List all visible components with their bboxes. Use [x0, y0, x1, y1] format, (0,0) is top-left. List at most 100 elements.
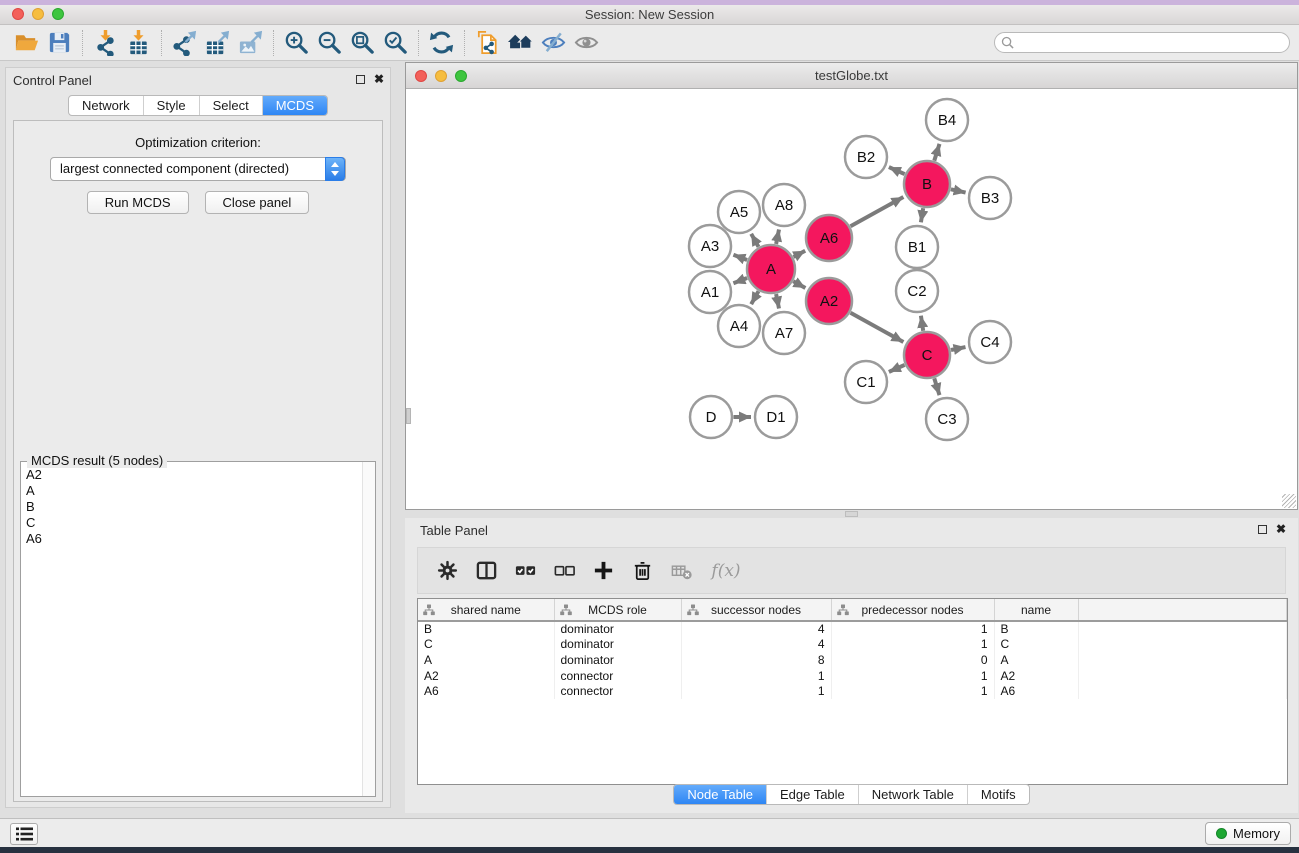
table-cell[interactable]: dominator	[554, 652, 681, 668]
edge-A-A6[interactable]	[794, 251, 806, 257]
select-all-columns-icon[interactable]	[510, 556, 540, 586]
edge-B-B4[interactable]	[934, 144, 939, 161]
edge-B-B2[interactable]	[889, 167, 905, 174]
result-scrollbar[interactable]	[362, 462, 375, 796]
zoom-fit-icon[interactable]	[346, 28, 379, 58]
close-panel-icon[interactable]: ✖	[374, 73, 384, 85]
edge-A-A3[interactable]	[733, 255, 747, 260]
column-settings-icon[interactable]	[432, 556, 462, 586]
edge-A-A5[interactable]	[751, 234, 758, 247]
node-C2[interactable]: C2	[896, 270, 938, 312]
table-cell[interactable]: 0	[831, 652, 994, 668]
edge-C-C3[interactable]	[934, 378, 939, 395]
table-cell[interactable]: A2	[994, 668, 1078, 684]
edge-A-A7[interactable]	[776, 294, 779, 309]
column-header-shared-name[interactable]: shared name	[418, 599, 554, 621]
tab-network[interactable]: Network	[69, 96, 143, 115]
save-session-icon[interactable]	[43, 28, 76, 58]
table-row[interactable]: Adominator80A	[418, 652, 1287, 668]
memory-button[interactable]: Memory	[1205, 822, 1291, 845]
node-A5[interactable]: A5	[718, 191, 760, 233]
node-A6[interactable]: A6	[806, 215, 852, 261]
node-B1[interactable]: B1	[896, 226, 938, 268]
table-cell[interactable]: 1	[681, 683, 831, 699]
table-cell[interactable]: C	[418, 637, 554, 653]
table-cell[interactable]: A	[994, 652, 1078, 668]
close-table-panel-icon[interactable]: ✖	[1276, 523, 1286, 535]
table-cell[interactable]: 1	[831, 668, 994, 684]
import-network-icon[interactable]	[89, 28, 122, 58]
table-cell[interactable]: A6	[994, 683, 1078, 699]
maximize-window-icon[interactable]	[52, 8, 64, 20]
table-cell[interactable]: A6	[418, 683, 554, 699]
hide-selected-icon[interactable]	[537, 28, 570, 58]
table-cell[interactable]: C	[994, 637, 1078, 653]
close-panel-button[interactable]: Close panel	[205, 191, 310, 214]
node-A4[interactable]: A4	[718, 305, 760, 347]
export-table-icon[interactable]	[201, 28, 234, 58]
edge-B-B1[interactable]	[921, 208, 923, 222]
table-cell[interactable]: connector	[554, 683, 681, 699]
run-mcds-button[interactable]: Run MCDS	[87, 191, 189, 214]
export-image-icon[interactable]	[234, 28, 267, 58]
node-D1[interactable]: D1	[755, 396, 797, 438]
node-B4[interactable]: B4	[926, 99, 968, 141]
search-input[interactable]	[994, 32, 1290, 53]
resize-grip-icon[interactable]	[1282, 494, 1296, 508]
edge-A2-C[interactable]	[851, 313, 904, 342]
show-all-icon[interactable]	[570, 28, 603, 58]
vertical-splitter-handle[interactable]	[406, 408, 411, 424]
tab-style[interactable]: Style	[143, 96, 199, 115]
home-icon[interactable]	[504, 28, 537, 58]
table-cell[interactable]: 1	[681, 668, 831, 684]
table-cell[interactable]: A	[418, 652, 554, 668]
node-A3[interactable]: A3	[689, 225, 731, 267]
float-table-panel-icon[interactable]	[1258, 525, 1267, 534]
close-window-icon[interactable]	[12, 8, 24, 20]
create-column-icon[interactable]	[588, 556, 618, 586]
node-A2[interactable]: A2	[806, 278, 852, 324]
node-A[interactable]: A	[747, 245, 795, 293]
table-cell[interactable]: dominator	[554, 637, 681, 653]
node-B[interactable]: B	[904, 161, 950, 207]
edge-C-C4[interactable]	[951, 347, 966, 350]
tab-select[interactable]: Select	[199, 96, 262, 115]
edge-B-B3[interactable]	[951, 189, 966, 192]
node-B3[interactable]: B3	[969, 177, 1011, 219]
float-panel-icon[interactable]	[356, 75, 365, 84]
network-window-titlebar[interactable]: testGlobe.txt	[406, 63, 1297, 89]
network-canvas[interactable]: B4B2BB3A8A5A6A3B1AA1C2A2A4A7C4CC1DD1C3	[406, 89, 1297, 509]
table-cell[interactable]: connector	[554, 668, 681, 684]
node-A7[interactable]: A7	[763, 312, 805, 354]
edge-C-C1[interactable]	[889, 365, 905, 372]
minimize-window-icon[interactable]	[32, 8, 44, 20]
horizontal-splitter-handle[interactable]	[845, 511, 858, 517]
split-view-icon[interactable]	[471, 556, 501, 586]
column-header-MCDS-role[interactable]: MCDS role	[554, 599, 681, 621]
optimization-criterion-select[interactable]: largest connected component (directed)	[50, 157, 346, 181]
column-header-successor-nodes[interactable]: successor nodes	[681, 599, 831, 621]
node-A8[interactable]: A8	[763, 184, 805, 226]
import-table-icon[interactable]	[122, 28, 155, 58]
edge-C-C2[interactable]	[921, 316, 923, 331]
node-B2[interactable]: B2	[845, 136, 887, 178]
close-network-window-icon[interactable]	[415, 70, 427, 82]
network-graph[interactable]: B4B2BB3A8A5A6A3B1AA1C2A2A4A7C4CC1DD1C3	[406, 89, 1297, 509]
edge-A-A4[interactable]	[751, 291, 758, 304]
zoom-selected-icon[interactable]	[379, 28, 412, 58]
open-session-icon[interactable]	[10, 28, 43, 58]
node-table[interactable]: shared nameMCDS rolesuccessor nodesprede…	[417, 598, 1288, 785]
maximize-network-window-icon[interactable]	[455, 70, 467, 82]
table-cell[interactable]: dominator	[554, 621, 681, 637]
table-cell[interactable]: A2	[418, 668, 554, 684]
app-titlebar[interactable]: Session: New Session	[0, 5, 1299, 25]
node-C1[interactable]: C1	[845, 361, 887, 403]
node-C3[interactable]: C3	[926, 398, 968, 440]
table-row[interactable]: Bdominator41B	[418, 621, 1287, 637]
table-cell[interactable]: 1	[831, 637, 994, 653]
table-row[interactable]: Cdominator41C	[418, 637, 1287, 653]
node-C4[interactable]: C4	[969, 321, 1011, 363]
node-C[interactable]: C	[904, 332, 950, 378]
node-A1[interactable]: A1	[689, 271, 731, 313]
edge-A6-B[interactable]	[851, 197, 904, 226]
